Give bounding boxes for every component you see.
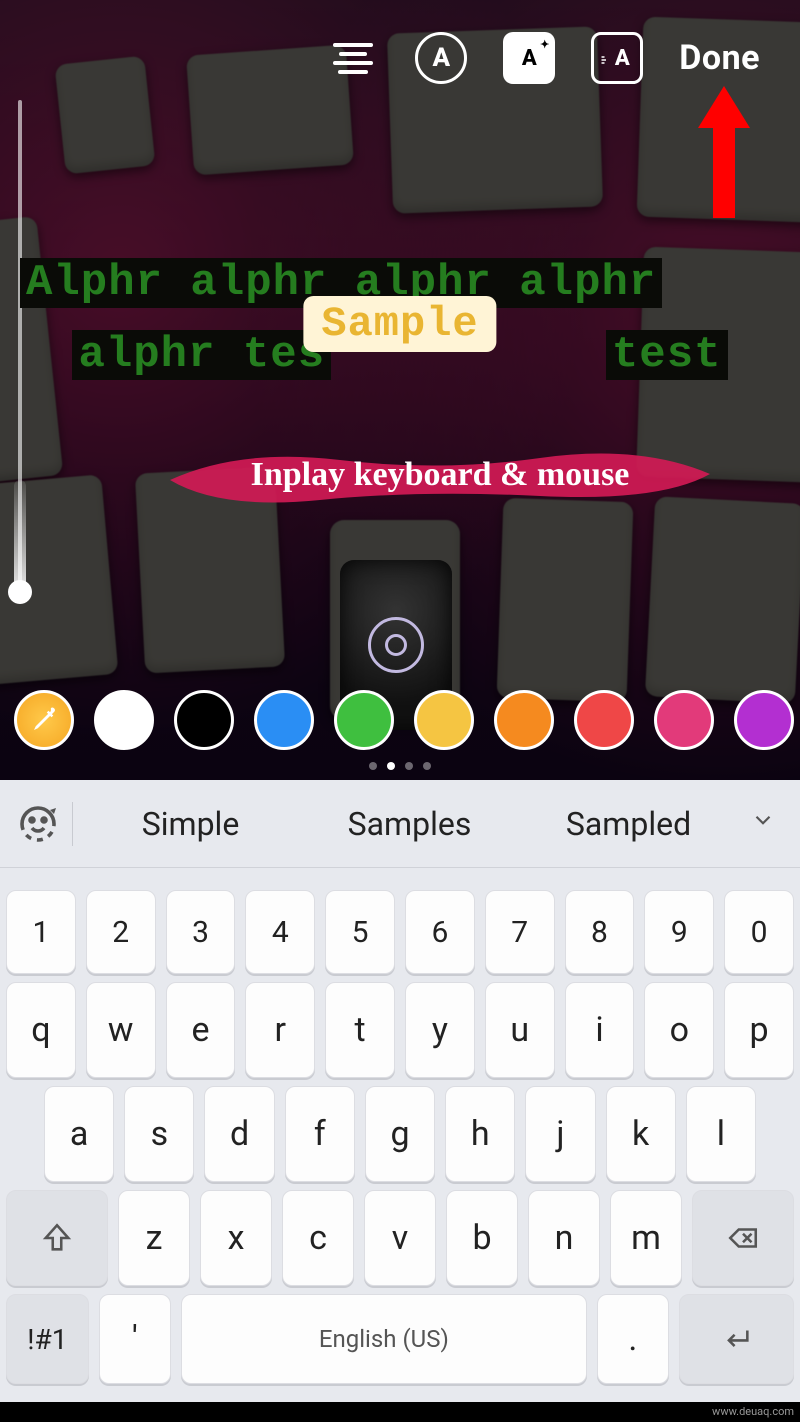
key-s[interactable]: s bbox=[124, 1086, 194, 1182]
color-swatch-yellow[interactable] bbox=[414, 690, 474, 750]
key-9[interactable]: 9 bbox=[644, 890, 714, 974]
key-j[interactable]: j bbox=[525, 1086, 595, 1182]
key-1[interactable]: 1 bbox=[6, 890, 76, 974]
key-l[interactable]: l bbox=[686, 1086, 756, 1182]
key-row-numbers: 1 2 3 4 5 6 7 8 9 0 bbox=[6, 890, 794, 974]
suggestion-3[interactable]: Sampled bbox=[521, 805, 736, 843]
key-e[interactable]: e bbox=[166, 982, 236, 1078]
key-a[interactable]: a bbox=[44, 1086, 114, 1182]
key-row-1: q w e r t y u i o p bbox=[6, 982, 794, 1078]
key-m[interactable]: m bbox=[610, 1190, 682, 1286]
key-t[interactable]: t bbox=[325, 982, 395, 1078]
effects-a-icon: A✦ bbox=[503, 32, 555, 84]
story-editor-canvas[interactable]: A A✦ A Done Alphr alphr alphr alphr alph… bbox=[0, 0, 800, 780]
key-z[interactable]: z bbox=[118, 1190, 190, 1286]
key-2[interactable]: 2 bbox=[86, 890, 156, 974]
key-7[interactable]: 7 bbox=[485, 890, 555, 974]
brush-caption: Inplay keyboard & mouse bbox=[160, 440, 720, 510]
suggestion-bar: Simple Samples Sampled bbox=[0, 780, 800, 868]
color-swatch-green[interactable] bbox=[334, 690, 394, 750]
editing-text-overlay[interactable]: Sample bbox=[303, 296, 496, 352]
key-row-bottom: !#1 ' English (US) . bbox=[6, 1294, 794, 1384]
key-b[interactable]: b bbox=[446, 1190, 518, 1286]
text-toolbar: A A✦ A Done bbox=[0, 28, 800, 88]
divider bbox=[72, 802, 73, 846]
key-enter[interactable] bbox=[679, 1294, 794, 1384]
slider-thumb[interactable] bbox=[8, 580, 32, 604]
key-shift[interactable] bbox=[6, 1190, 108, 1286]
key-o[interactable]: o bbox=[644, 982, 714, 1078]
key-quote[interactable]: ' bbox=[99, 1294, 171, 1384]
watermark: www.deuaq.com bbox=[712, 1405, 794, 1418]
suggestion-2[interactable]: Samples bbox=[302, 805, 517, 843]
text-effects-button[interactable]: A✦ bbox=[503, 32, 555, 84]
key-3[interactable]: 3 bbox=[166, 890, 236, 974]
font-a-icon: A bbox=[415, 32, 467, 84]
key-d[interactable]: d bbox=[204, 1086, 274, 1182]
color-swatch-blue[interactable] bbox=[254, 690, 314, 750]
key-6[interactable]: 6 bbox=[405, 890, 475, 974]
key-r[interactable]: r bbox=[245, 982, 315, 1078]
key-row-2: a s d f g h j k l bbox=[6, 1086, 794, 1182]
key-backspace[interactable] bbox=[692, 1190, 794, 1286]
key-8[interactable]: 8 bbox=[565, 890, 635, 974]
font-style-button[interactable]: A bbox=[415, 32, 467, 84]
key-space[interactable]: English (US) bbox=[181, 1294, 587, 1384]
color-swatch-pink[interactable] bbox=[654, 690, 714, 750]
color-swatch-black[interactable] bbox=[174, 690, 234, 750]
key-period[interactable]: . bbox=[597, 1294, 669, 1384]
color-palette bbox=[0, 690, 800, 750]
key-v[interactable]: v bbox=[364, 1190, 436, 1286]
key-row-3: z x c v b n m bbox=[6, 1190, 794, 1286]
key-symbols[interactable]: !#1 bbox=[6, 1294, 89, 1384]
eyedropper-button[interactable] bbox=[14, 690, 74, 750]
key-f[interactable]: f bbox=[285, 1086, 355, 1182]
palette-page-dots bbox=[369, 762, 431, 770]
key-0[interactable]: 0 bbox=[724, 890, 794, 974]
text-animation-button[interactable]: A bbox=[591, 32, 643, 84]
key-y[interactable]: y bbox=[405, 982, 475, 1078]
color-swatch-red[interactable] bbox=[574, 690, 634, 750]
color-swatch-purple[interactable] bbox=[734, 690, 794, 750]
emoji-toggle-button[interactable] bbox=[14, 800, 62, 848]
annotation-arrow bbox=[698, 86, 750, 216]
key-i[interactable]: i bbox=[565, 982, 635, 1078]
key-h[interactable]: h bbox=[445, 1086, 515, 1182]
color-swatch-white[interactable] bbox=[94, 690, 154, 750]
text-align-button[interactable] bbox=[327, 32, 379, 84]
key-k[interactable]: k bbox=[606, 1086, 676, 1182]
done-button[interactable]: Done bbox=[679, 38, 760, 78]
align-center-icon bbox=[333, 43, 373, 74]
key-w[interactable]: w bbox=[86, 982, 156, 1078]
key-c[interactable]: c bbox=[282, 1190, 354, 1286]
key-x[interactable]: x bbox=[200, 1190, 272, 1286]
suggestion-1[interactable]: Simple bbox=[83, 805, 298, 843]
key-u[interactable]: u bbox=[485, 982, 555, 1078]
key-p[interactable]: p bbox=[724, 982, 794, 1078]
animation-a-icon: A bbox=[591, 32, 643, 84]
key-n[interactable]: n bbox=[528, 1190, 600, 1286]
key-q[interactable]: q bbox=[6, 982, 76, 1078]
key-g[interactable]: g bbox=[365, 1086, 435, 1182]
key-5[interactable]: 5 bbox=[325, 890, 395, 974]
color-swatch-orange[interactable] bbox=[494, 690, 554, 750]
expand-suggestions-button[interactable] bbox=[740, 807, 786, 840]
soft-keyboard: Simple Samples Sampled 1 2 3 4 5 6 7 8 9… bbox=[0, 780, 800, 1402]
key-4[interactable]: 4 bbox=[245, 890, 315, 974]
